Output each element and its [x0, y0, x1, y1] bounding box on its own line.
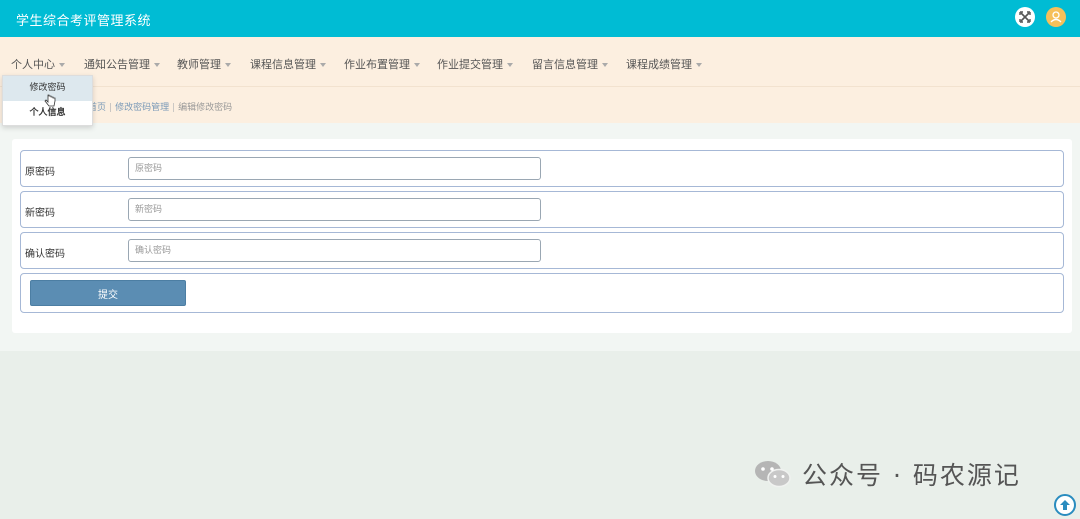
nav-item-message-management[interactable]: 留言信息管理: [532, 56, 608, 72]
breadcrumb-current: 编辑修改密码: [178, 103, 233, 113]
password-form-card: 原密码 新密码 确认密码 提交: [12, 139, 1072, 333]
nav-item-label: 个人中心: [11, 58, 55, 71]
form-row-submit: 提交: [20, 273, 1064, 313]
nav-item-label: 作业提交管理: [437, 58, 503, 71]
user-icon: [1050, 11, 1062, 23]
new-password-label: 新密码: [25, 208, 55, 219]
nav-item-personal-center[interactable]: 个人中心: [11, 56, 65, 72]
chevron-down-icon: [59, 63, 65, 67]
nav-item-submission-management[interactable]: 作业提交管理: [437, 56, 513, 72]
old-password-input[interactable]: [128, 157, 541, 180]
fullscreen-button[interactable]: [1015, 7, 1035, 27]
chevron-down-icon: [602, 63, 608, 67]
old-password-label: 原密码: [25, 167, 55, 178]
confirm-password-label: 确认密码: [25, 249, 65, 260]
form-row-confirm-password: 确认密码: [20, 232, 1064, 269]
app-title: 学生综合考评管理系统: [16, 14, 152, 29]
fullscreen-icon: [1019, 11, 1031, 23]
main-nav: 个人中心 通知公告管理 教师管理 课程信息管理 作业布置管理 作业提交管理 留言…: [0, 37, 1080, 86]
breadcrumb-separator: |: [109, 103, 113, 113]
submit-button[interactable]: 提交: [30, 280, 186, 306]
breadcrumb: 首页 | 修改密码管理 | 编辑修改密码: [88, 100, 232, 113]
chevron-down-icon: [507, 63, 513, 67]
nav-item-label: 教师管理: [177, 58, 221, 71]
nav-item-teacher-management[interactable]: 教师管理: [177, 56, 231, 72]
top-header: 学生综合考评管理系统: [0, 0, 1080, 37]
form-row-new-password: 新密码: [20, 191, 1064, 228]
breadcrumb-bar: 首页 | 修改密码管理 | 编辑修改密码: [0, 86, 1080, 123]
confirm-password-input[interactable]: [128, 239, 541, 262]
nav-item-label: 留言信息管理: [532, 58, 598, 71]
new-password-input[interactable]: [128, 198, 541, 221]
nav-item-grade-management[interactable]: 课程成绩管理: [626, 56, 702, 72]
form-row-old-password: 原密码: [20, 150, 1064, 187]
chevron-down-icon: [414, 63, 420, 67]
chevron-down-icon: [320, 63, 326, 67]
breadcrumb-separator: |: [172, 103, 176, 113]
chevron-down-icon: [154, 63, 160, 67]
wechat-icon: [755, 461, 791, 488]
nav-item-course-management[interactable]: 课程信息管理: [250, 56, 326, 72]
hand-cursor-icon: [44, 94, 56, 107]
main-content: 原密码 新密码 确认密码 提交: [0, 123, 1080, 351]
nav-item-label: 作业布置管理: [344, 58, 410, 71]
arrow-up-icon: [1060, 500, 1070, 510]
chevron-down-icon: [696, 63, 702, 67]
nav-item-label: 课程成绩管理: [626, 58, 692, 71]
nav-item-label: 课程信息管理: [250, 58, 316, 71]
nav-item-assignment-management[interactable]: 作业布置管理: [344, 56, 420, 72]
watermark: 公众号 · 码农源记: [754, 459, 1021, 490]
nav-item-label: 通知公告管理: [84, 58, 150, 71]
scroll-to-top-button[interactable]: [1054, 494, 1076, 516]
chevron-down-icon: [225, 63, 231, 67]
watermark-text: 公众号 · 码农源记: [802, 461, 1021, 490]
nav-item-notice-management[interactable]: 通知公告管理: [84, 56, 160, 72]
user-avatar-button[interactable]: [1046, 7, 1066, 27]
breadcrumb-parent[interactable]: 修改密码管理: [115, 103, 169, 113]
